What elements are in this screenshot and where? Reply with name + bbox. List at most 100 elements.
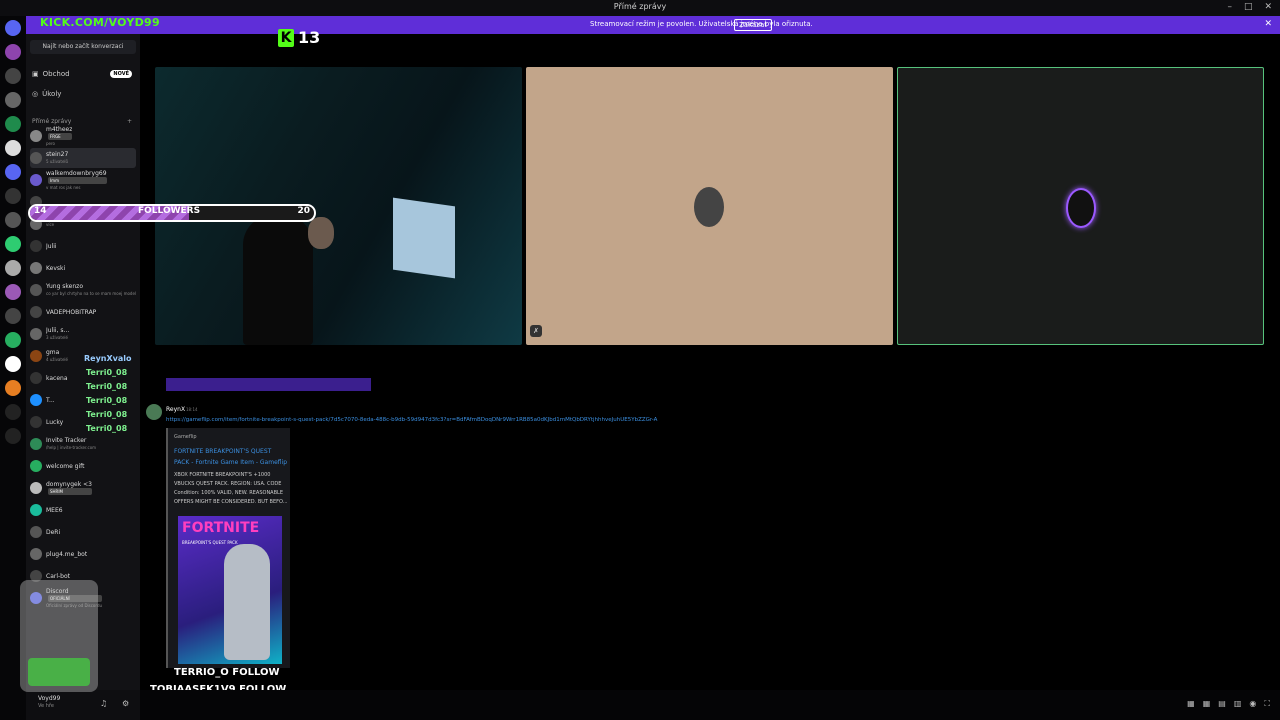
dm-avatar	[30, 372, 42, 384]
server-icon[interactable]	[5, 260, 21, 276]
server-icon[interactable]	[5, 236, 21, 252]
participant-avatar	[694, 187, 724, 227]
voice-tile[interactable]: ✗	[526, 67, 893, 345]
window-controls: – □ ✕	[1227, 2, 1272, 12]
dm-item[interactable]: DeRi	[30, 522, 136, 542]
link-embed: Gameflip FORTNITE BREAKPOINT'S QUEST PAC…	[166, 428, 290, 668]
dm-meta: Carl-bot	[46, 573, 70, 580]
voice-tile-speaking[interactable]	[897, 67, 1264, 345]
dm-item[interactable]: Julii	[30, 236, 136, 256]
minimize-icon[interactable]: –	[1227, 2, 1232, 12]
user-status: Ve hře	[38, 703, 54, 709]
message-timestamp: 18:14	[186, 407, 198, 412]
maximize-icon[interactable]: □	[1244, 2, 1253, 12]
message-author[interactable]: ReynX	[166, 406, 185, 413]
dm-meta: Lucky	[46, 419, 63, 426]
dm-meta: T...	[46, 397, 55, 404]
fullscreen-icon[interactable]: ⛶	[1264, 699, 1270, 709]
server-icon[interactable]	[5, 284, 21, 300]
nav-shop-label: Obchod	[42, 70, 70, 78]
dm-item[interactable]: Kevski	[30, 258, 136, 278]
server-icon[interactable]	[5, 116, 21, 132]
call-controls: ▦ ▦ ▤ ▥ ◉ ⛶	[1187, 699, 1270, 709]
user-panel: Voyd99 Ve hře ♫ ⚙	[26, 690, 140, 720]
dm-avatar	[30, 240, 42, 252]
nav-quests[interactable]: ◎ Úkoly	[32, 90, 132, 98]
dm-meta: gma 4 uživatelé	[46, 349, 68, 363]
dm-item[interactable]: MEE6	[30, 500, 136, 520]
dm-meta: Julii, s... 3 uživatelé	[46, 327, 69, 341]
server-icon[interactable]	[5, 68, 21, 84]
chat-feed-name: Terri0_08	[86, 396, 128, 405]
embed-description: XBOX FORTNITE BREAKPOINT'S +1000 VBUCKS …	[174, 472, 288, 505]
dm-item[interactable]: domynygek <3 SHRIM	[30, 478, 136, 498]
dm-item[interactable]: welcome gift	[30, 456, 136, 476]
activity-icon[interactable]: ▥	[1234, 699, 1242, 709]
dm-item[interactable]: Yung skenzo co yar byl chrtyho na to se m…	[30, 280, 136, 300]
close-window-icon[interactable]: ✕	[1264, 2, 1272, 12]
dm-name: gma	[46, 349, 60, 356]
nav-shop[interactable]: ▣ Obchod NOVÉ	[32, 70, 132, 78]
dm-item[interactable]: walkemdownbryg69 Imm v mat ros jak nes	[30, 170, 136, 190]
server-icon[interactable]	[5, 404, 21, 420]
dm-item[interactable]: m4theez FRGE pero	[30, 126, 136, 146]
server-icon[interactable]	[5, 212, 21, 228]
discord-window: Přímé zprávy – □ ✕ KICK.COM/VOYD99 Strea…	[0, 0, 1280, 720]
disable-streamer-mode-button[interactable]: Zakázat	[734, 19, 773, 31]
server-icon[interactable]	[5, 332, 21, 348]
kick-logo-icon: K	[278, 28, 294, 47]
server-icon[interactable]	[5, 44, 21, 60]
dm-meta: domynygek <3 SHRIM	[46, 481, 92, 495]
grid-icon[interactable]: ▦	[1203, 699, 1211, 709]
server-icon[interactable]	[5, 92, 21, 108]
shop-icon: ▣	[32, 70, 39, 78]
dm-avatar	[30, 328, 42, 340]
volume-icon[interactable]: ◉	[1249, 699, 1256, 709]
server-icon[interactable]	[5, 164, 21, 180]
dm-avatar	[30, 438, 42, 450]
server-icon[interactable]	[5, 380, 21, 396]
new-badge: NOVÉ	[110, 70, 132, 78]
embed-image[interactable]: FORTNITE BREAKPOINT'S QUEST PACK	[178, 516, 282, 664]
dm-header-label: Přímé zprávy	[32, 118, 72, 125]
followers-goal-bar: 14 FOLLOWERS 20	[28, 204, 316, 222]
grid-icon[interactable]: ▦	[1187, 699, 1195, 709]
dm-name: MEE6	[46, 506, 63, 514]
dm-item[interactable]: Invite Tracker/help | invite-tracker.com	[30, 434, 136, 454]
dm-item[interactable]: stein27 5 uživatelů	[30, 148, 136, 168]
embed-title[interactable]: FORTNITE BREAKPOINT'S QUEST PACK - Fortn…	[174, 446, 288, 468]
dm-name: m4theez	[46, 125, 73, 133]
chat-feed-name: ReynXvalo	[84, 354, 132, 363]
message-link[interactable]: https://gameflip.com/item/fortnite-break…	[166, 417, 657, 423]
dm-name: VADEPHOBITRAP	[46, 308, 97, 316]
dm-avatar	[30, 526, 42, 538]
server-icon[interactable]	[5, 188, 21, 204]
screen-icon[interactable]: ▤	[1218, 699, 1226, 709]
dm-name: Yung skenzo	[46, 283, 83, 290]
home-icon[interactable]	[5, 20, 21, 36]
search-input[interactable]: Najít nebo začít konverzaci	[30, 40, 136, 54]
dm-subtitle: 4 uživatelé	[46, 357, 68, 362]
dm-meta: plug4.me_bot	[46, 551, 87, 558]
message-avatar[interactable]	[146, 404, 162, 420]
dm-item[interactable]: plug4.me_bot	[30, 544, 136, 564]
viewer-count: 13	[298, 28, 321, 47]
dm-item[interactable]: VADEPHOBITRAP	[30, 302, 136, 322]
dm-meta: m4theez FRGE pero	[46, 125, 73, 147]
server-icon[interactable]	[5, 140, 21, 156]
server-icon[interactable]	[5, 428, 21, 444]
dm-meta: welcome gift	[46, 463, 85, 470]
close-icon[interactable]: ✕	[1264, 19, 1272, 29]
window-title: Přímé zprávy	[613, 2, 667, 11]
monitor-glow	[393, 197, 455, 279]
dm-avatar	[30, 548, 42, 560]
headphones-icon[interactable]: ♫	[100, 699, 107, 708]
dm-item[interactable]: Julii, s... 3 uživatelé	[30, 324, 136, 344]
banner-text: Streamovací režim je povolen. Uživatelsk…	[590, 20, 813, 28]
dm-name: stein27	[46, 151, 69, 158]
add-dm-icon[interactable]: +	[127, 118, 132, 125]
server-icon[interactable]	[5, 356, 21, 372]
settings-icon[interactable]: ⚙	[122, 699, 129, 708]
dm-meta: VADEPHOBITRAP	[46, 309, 96, 316]
server-icon[interactable]	[5, 308, 21, 324]
